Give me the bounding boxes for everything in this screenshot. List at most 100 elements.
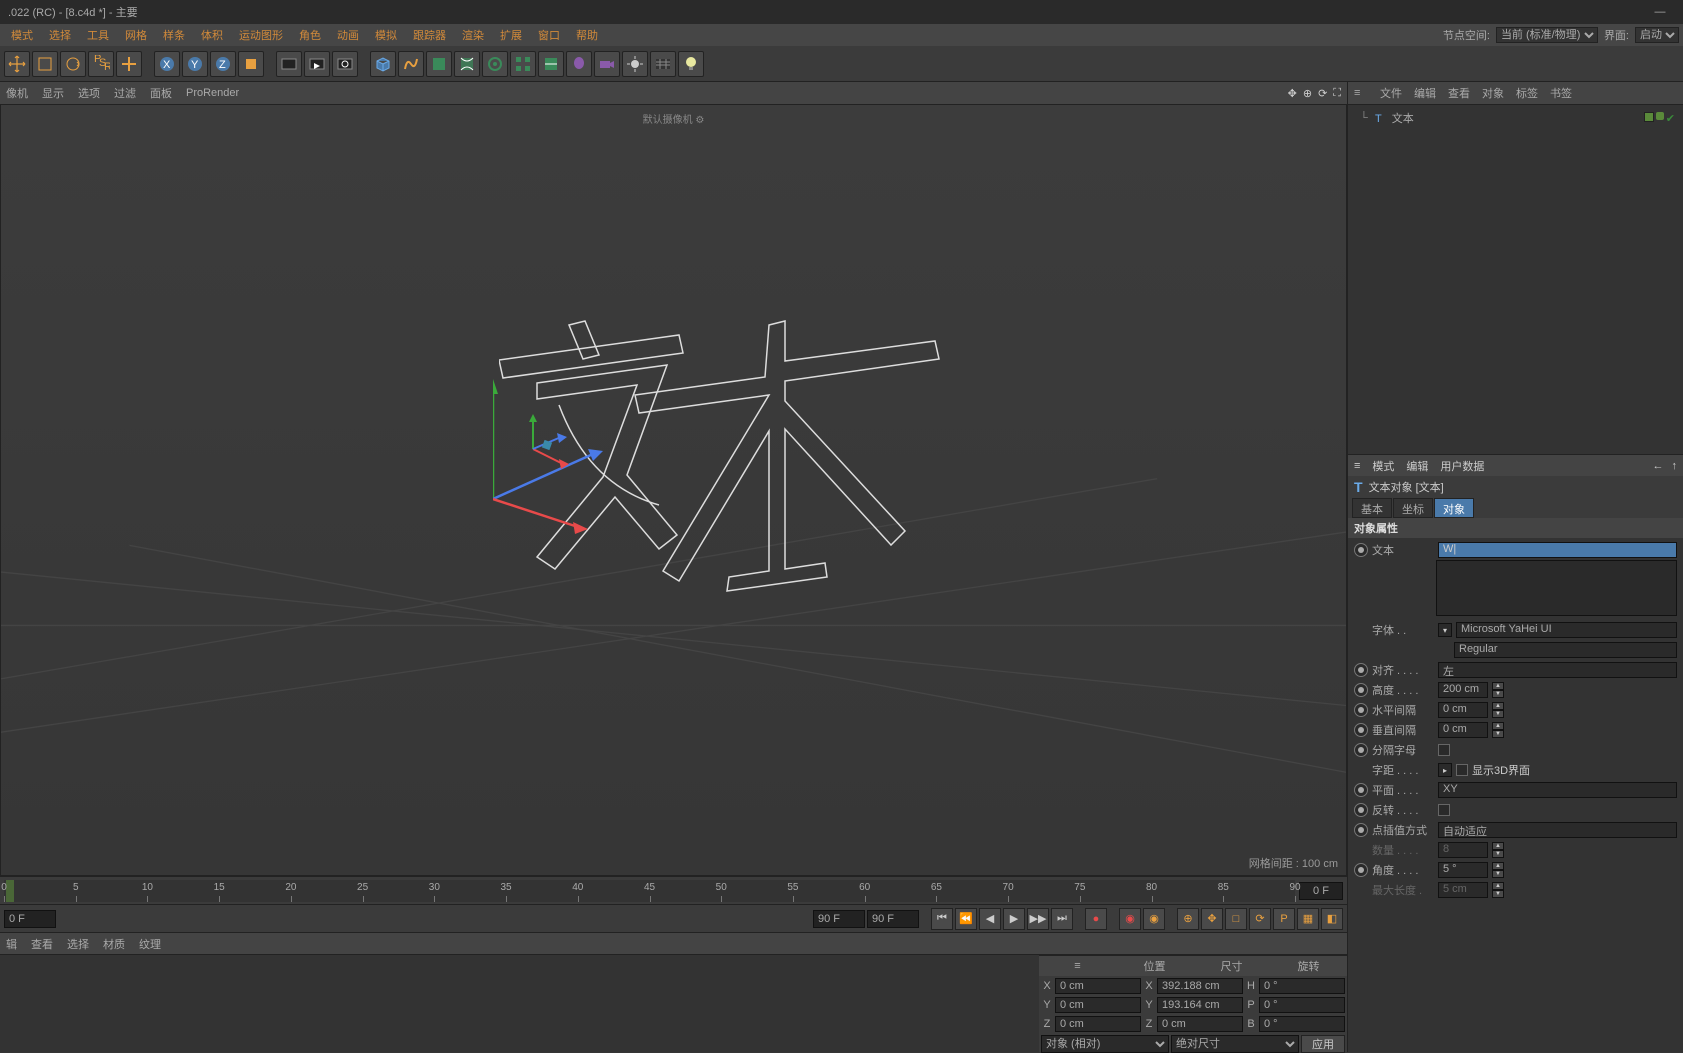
size-z-input[interactable]: 0 cm	[1157, 1016, 1243, 1032]
prop-text-input[interactable]: W|	[1438, 542, 1677, 558]
menu-tracker[interactable]: 跟踪器	[406, 25, 453, 45]
vptab-panel[interactable]: 面板	[150, 85, 172, 101]
prop-align-input[interactable]: 左	[1438, 662, 1677, 678]
size-y-input[interactable]: 193.164 cm	[1157, 997, 1243, 1013]
om-bookmarks[interactable]: 书签	[1550, 85, 1572, 101]
nav-back-icon[interactable]: ←	[1653, 460, 1664, 472]
om-view[interactable]: 查看	[1448, 85, 1470, 101]
key-pos[interactable]: ✥	[1201, 908, 1223, 930]
y-axis-toggle[interactable]: Y	[182, 51, 208, 77]
pos-z-input[interactable]: 0 cm	[1055, 1016, 1141, 1032]
prop-text-radio[interactable]	[1354, 543, 1368, 557]
menu-mode[interactable]: 模式	[4, 25, 40, 45]
add-volume[interactable]	[538, 51, 564, 77]
add-camera[interactable]	[594, 51, 620, 77]
rot-p-input[interactable]: 0 °	[1259, 997, 1345, 1013]
nav-up-icon[interactable]: ↑	[1672, 460, 1678, 472]
prop-hspace-radio[interactable]	[1354, 703, 1368, 717]
atab-basic[interactable]: 基本	[1352, 498, 1392, 518]
key-param[interactable]: P	[1273, 908, 1295, 930]
add-scene[interactable]	[566, 51, 592, 77]
key-all-button[interactable]: ◉	[1143, 908, 1165, 930]
menu-character[interactable]: 角色	[292, 25, 328, 45]
height-spinner[interactable]: ▲▼	[1492, 682, 1504, 698]
key-scale[interactable]: □	[1225, 908, 1247, 930]
size-x-input[interactable]: 392.188 cm	[1157, 978, 1243, 994]
menu-help[interactable]: 帮助	[569, 25, 605, 45]
prop-hspace-input[interactable]: 0 cm	[1438, 702, 1488, 718]
tree-item-text[interactable]: └ T 文本 ✔	[1352, 109, 1679, 127]
nodespace-select[interactable]: 当前 (标准/物理)	[1496, 27, 1598, 43]
autokey-button[interactable]: ◉	[1119, 908, 1141, 930]
prop-font-style[interactable]: Regular	[1454, 642, 1677, 658]
rot-b-input[interactable]: 0 °	[1259, 1016, 1345, 1032]
prop-align-radio[interactable]	[1354, 663, 1368, 677]
add-generator[interactable]	[426, 51, 452, 77]
prop-height-radio[interactable]	[1354, 683, 1368, 697]
timeline-ruler[interactable]: 051015202530354045505560657075808590	[4, 880, 1295, 902]
render-picture[interactable]	[304, 51, 330, 77]
add-floor[interactable]	[650, 51, 676, 77]
render-settings[interactable]	[332, 51, 358, 77]
layout-select[interactable]: 启动	[1635, 27, 1679, 43]
vptab-prorender[interactable]: ProRender	[186, 87, 239, 99]
menu-window[interactable]: 窗口	[531, 25, 567, 45]
font-dropdown-icon[interactable]: ▾	[1438, 623, 1452, 637]
menu-tools[interactable]: 工具	[80, 25, 116, 45]
menu-mograph[interactable]: 运动图形	[232, 25, 290, 45]
goto-start-button[interactable]: ⏮	[931, 908, 953, 930]
vptab-filter[interactable]: 过滤	[114, 85, 136, 101]
prop-vspace-radio[interactable]	[1354, 723, 1368, 737]
btab-select[interactable]: 选择	[67, 936, 89, 952]
vp-orbit-icon[interactable]: ⟳	[1318, 87, 1327, 100]
prop-font-input[interactable]: Microsoft YaHei UI	[1456, 622, 1677, 638]
timeline-current-frame[interactable]: 0 F	[1299, 882, 1343, 900]
text-multiline[interactable]	[1436, 560, 1677, 616]
live-select-tool[interactable]	[116, 51, 142, 77]
kerning-dropdown-icon[interactable]: ▸	[1438, 763, 1452, 777]
object-tree[interactable]: └ T 文本 ✔	[1348, 104, 1683, 454]
am-mode[interactable]: 模式	[1372, 458, 1394, 474]
prev-key-button[interactable]: ⏪	[955, 908, 977, 930]
move-tool[interactable]	[4, 51, 30, 77]
om-object[interactable]: 对象	[1482, 85, 1504, 101]
atab-coord[interactable]: 坐标	[1393, 498, 1433, 518]
angle-spinner[interactable]: ▲▼	[1492, 862, 1504, 878]
vptab-display[interactable]: 显示	[42, 85, 64, 101]
add-deformer[interactable]	[454, 51, 480, 77]
om-file[interactable]: 文件	[1380, 85, 1402, 101]
btab-edit[interactable]: 辑	[6, 936, 17, 952]
prop-height-input[interactable]: 200 cm	[1438, 682, 1488, 698]
frame-range-input[interactable]	[867, 910, 919, 928]
prop-sep-radio[interactable]	[1354, 743, 1368, 757]
add-field[interactable]	[482, 51, 508, 77]
prop-plane-input[interactable]: XY	[1438, 782, 1677, 798]
scale-tool[interactable]	[32, 51, 58, 77]
hamburger-icon[interactable]: ≡	[1354, 87, 1368, 99]
minimize-button[interactable]: —	[1645, 6, 1675, 18]
menu-volume[interactable]: 体积	[194, 25, 230, 45]
toggle-bulb[interactable]	[678, 51, 704, 77]
vptab-options[interactable]: 选项	[78, 85, 100, 101]
om-edit[interactable]: 编辑	[1414, 85, 1436, 101]
prop-sep-check[interactable]	[1438, 744, 1450, 756]
menu-extensions[interactable]: 扩展	[493, 25, 529, 45]
visibility-render-on[interactable]	[1656, 112, 1664, 120]
frame-end-input[interactable]	[813, 910, 865, 928]
menu-animate[interactable]: 动画	[330, 25, 366, 45]
prop-interp-radio[interactable]	[1354, 823, 1368, 837]
viewport[interactable]: 默认摄像机 ⚙	[0, 104, 1347, 876]
btab-material[interactable]: 材质	[103, 936, 125, 952]
menu-spline[interactable]: 样条	[156, 25, 192, 45]
prop-vspace-input[interactable]: 0 cm	[1438, 722, 1488, 738]
prop-angle-input[interactable]: 5 °	[1438, 862, 1488, 878]
prop-plane-radio[interactable]	[1354, 783, 1368, 797]
key-rot[interactable]: ⟳	[1249, 908, 1271, 930]
menu-mesh[interactable]: 网格	[118, 25, 154, 45]
pos-y-input[interactable]: 0 cm	[1055, 997, 1141, 1013]
hamburger-icon[interactable]: ≡	[1354, 460, 1360, 472]
coord-system-toggle[interactable]	[238, 51, 264, 77]
coord-apply-button[interactable]: 应用	[1301, 1035, 1345, 1053]
add-cube[interactable]	[370, 51, 396, 77]
prev-frame-button[interactable]: ◀	[979, 908, 1001, 930]
